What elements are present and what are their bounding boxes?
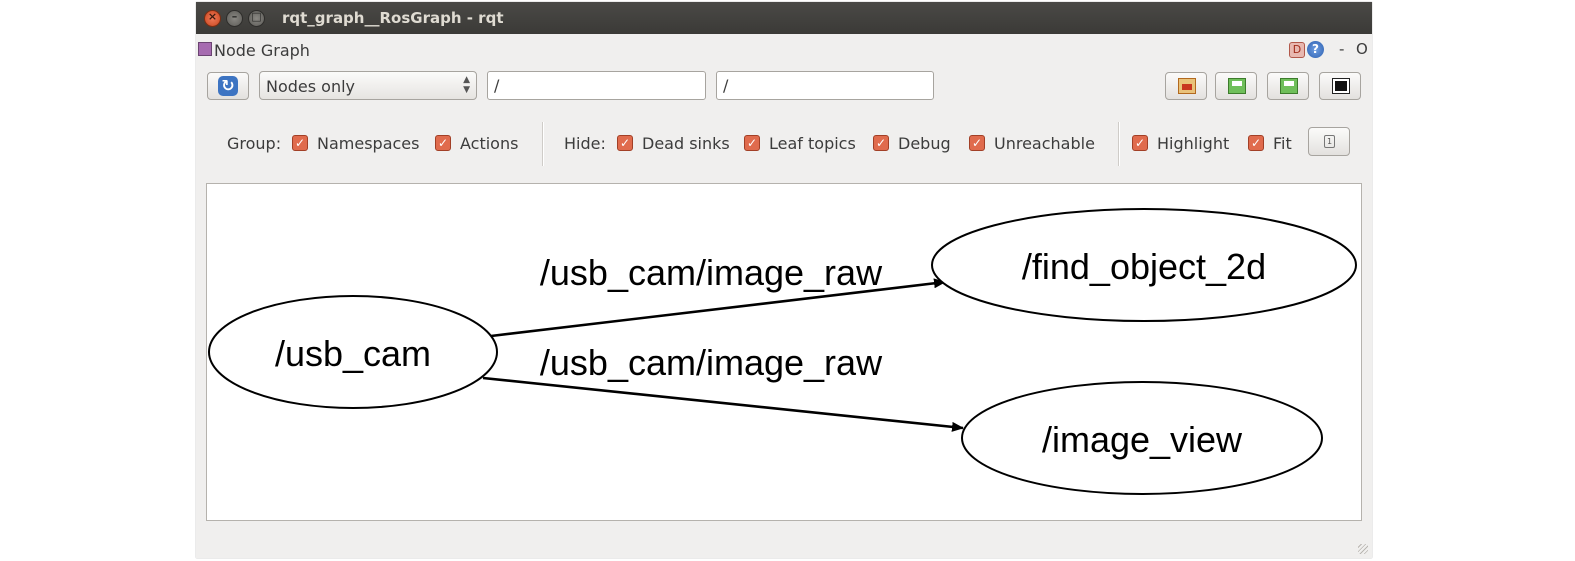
save-dot-button[interactable]: [1215, 72, 1257, 100]
leaf-topics-checkbox[interactable]: ✓: [744, 135, 760, 151]
group-label: Group:: [227, 134, 282, 153]
namespaces-label: Namespaces: [317, 134, 420, 153]
fit-in-view-button[interactable]: 1: [1308, 127, 1350, 156]
plugin-header: Node Graph D ? - O: [196, 38, 1372, 62]
save-icon: [1228, 78, 1246, 94]
load-dot-button[interactable]: [1165, 72, 1207, 100]
minimize-icon: –: [231, 10, 238, 23]
unreachable-label: Unreachable: [994, 134, 1095, 153]
dead-sinks-checkbox[interactable]: ✓: [617, 135, 633, 151]
close-window-button[interactable]: ×: [204, 10, 221, 27]
divider: [542, 122, 544, 166]
refresh-button[interactable]: ↻: [207, 72, 249, 100]
maximize-icon: □: [251, 10, 262, 23]
topic-filter-input[interactable]: /: [716, 71, 934, 100]
hide-label: Hide:: [564, 134, 606, 153]
edge-bottom-label: /usb_cam/image_raw: [540, 342, 883, 383]
maximize-window-button[interactable]: □: [248, 10, 265, 27]
graph-type-value: Nodes only: [266, 77, 356, 96]
fit-view-icon: 1: [1324, 135, 1335, 148]
unreachable-checkbox[interactable]: ✓: [969, 135, 985, 151]
divider: [1118, 122, 1120, 166]
leaf-topics-label: Leaf topics: [769, 134, 856, 153]
screenshot-button[interactable]: [1319, 72, 1361, 100]
edge-top-label: /usb_cam/image_raw: [540, 252, 883, 293]
fit-label: Fit: [1273, 134, 1292, 153]
options-row: Group: ✓ Namespaces ✓ Actions Hide: ✓ De…: [196, 120, 1372, 170]
namespaces-checkbox[interactable]: ✓: [292, 135, 308, 151]
namespace-filter-input[interactable]: /: [487, 71, 706, 100]
debug-checkbox[interactable]: ✓: [873, 135, 889, 151]
refresh-icon: ↻: [218, 76, 238, 96]
window-title: rqt_graph__RosGraph - rqt: [282, 9, 504, 27]
save-svg-button[interactable]: [1267, 72, 1309, 100]
fit-checkbox[interactable]: ✓: [1248, 135, 1264, 151]
updown-arrow-icon: ▲ ▼: [463, 75, 470, 95]
help-d-icon[interactable]: D: [1289, 42, 1305, 58]
highlight-label: Highlight: [1157, 134, 1230, 153]
graph-svg: /usb_cam /find_object_2d /image_view /us…: [208, 208, 1357, 495]
screenshot-icon: [1332, 78, 1350, 94]
save-image-icon: [1280, 78, 1298, 94]
status-bar: [196, 532, 1372, 558]
graph-canvas[interactable]: /usb_cam /find_object_2d /image_view /us…: [206, 183, 1362, 521]
close-icon: ×: [207, 10, 218, 23]
debug-label: Debug: [898, 134, 951, 153]
plugin-icon: [198, 42, 212, 56]
node-usb-cam-label: /usb_cam: [275, 333, 431, 374]
dead-sinks-label: Dead sinks: [642, 134, 730, 153]
close-plugin-button[interactable]: O: [1356, 40, 1368, 58]
graph-toolbar: ↻ Nodes only ▲ ▼ / /: [196, 70, 1372, 104]
resize-grip-icon[interactable]: [1358, 544, 1368, 554]
folder-open-icon: [1178, 78, 1196, 94]
node-image-view-label: /image_view: [1042, 419, 1243, 460]
minimize-window-button[interactable]: –: [226, 10, 243, 27]
help-icon[interactable]: ?: [1307, 41, 1324, 58]
title-bar: × – □ rqt_graph__RosGraph - rqt: [196, 2, 1372, 34]
node-find-object-label: /find_object_2d: [1022, 246, 1266, 287]
minimize-plugin-button[interactable]: -: [1339, 40, 1344, 58]
highlight-checkbox[interactable]: ✓: [1132, 135, 1148, 151]
plugin-name: Node Graph: [214, 41, 310, 60]
graph-type-select[interactable]: Nodes only ▲ ▼: [259, 71, 477, 100]
edge-usb-cam-to-image-view[interactable]: [482, 376, 964, 432]
rqt-window: × – □ rqt_graph__RosGraph - rqt Node Gra…: [196, 2, 1372, 558]
actions-checkbox[interactable]: ✓: [435, 135, 451, 151]
actions-label: Actions: [460, 134, 519, 153]
